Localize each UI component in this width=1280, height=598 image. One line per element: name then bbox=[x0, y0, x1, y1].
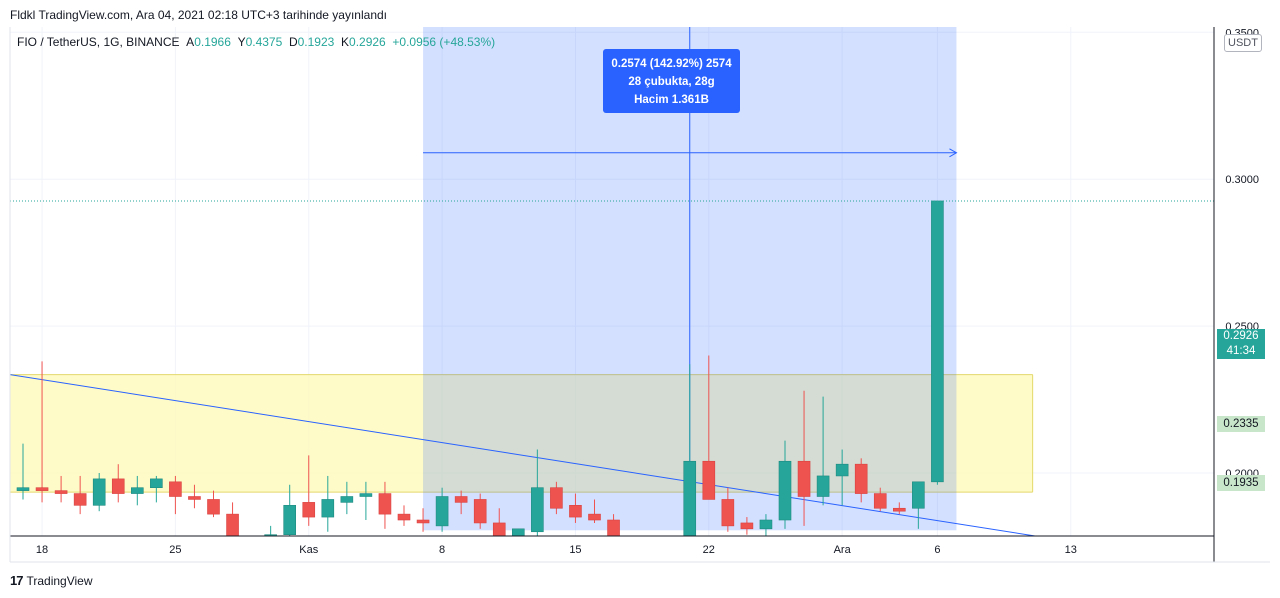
candle-body bbox=[302, 502, 316, 518]
close-value: 0.2926 bbox=[349, 35, 386, 49]
candle-body bbox=[73, 493, 87, 506]
candle-body bbox=[931, 200, 944, 483]
candle-body bbox=[550, 487, 563, 509]
zone-bottom-tag: 0.1935 bbox=[1217, 475, 1265, 491]
candle-body bbox=[816, 475, 830, 497]
x-tick-label: 15 bbox=[569, 544, 581, 556]
x-tick-label: 18 bbox=[36, 544, 48, 556]
bar-countdown: 41:34 bbox=[1226, 345, 1256, 357]
candle-body bbox=[569, 505, 582, 518]
candle-body bbox=[759, 519, 773, 530]
last-price: 0.2926 bbox=[1223, 330, 1259, 342]
candle-body bbox=[721, 499, 735, 527]
measure-change: 0.2574 (142.92%) 2574 bbox=[611, 58, 732, 70]
candle-body bbox=[359, 493, 373, 497]
brand-name: TradingView bbox=[26, 573, 93, 588]
candle-body bbox=[740, 522, 754, 530]
candle-body bbox=[92, 478, 106, 506]
symbol-name: FIO / TetherUS, 1G, BINANCE bbox=[17, 35, 180, 49]
candle-body bbox=[54, 490, 68, 494]
candle-body bbox=[607, 519, 620, 536]
low-value: 0.1923 bbox=[297, 35, 335, 49]
close-label: K bbox=[341, 35, 350, 49]
candle-body bbox=[188, 496, 201, 500]
candle-body bbox=[511, 528, 525, 536]
x-tick-label: 25 bbox=[169, 544, 181, 556]
candle-body bbox=[854, 463, 868, 494]
candle-body bbox=[150, 478, 163, 488]
candle-body bbox=[264, 534, 277, 536]
candle-body bbox=[683, 460, 697, 536]
candle-body bbox=[797, 460, 811, 497]
high-value: 0.4375 bbox=[245, 35, 283, 49]
candle-body bbox=[646, 552, 658, 590]
candle-body bbox=[283, 505, 297, 535]
currency-button[interactable]: USDT bbox=[1224, 34, 1262, 52]
candle-body bbox=[397, 513, 411, 521]
candle-body bbox=[454, 496, 468, 503]
candle-body bbox=[627, 555, 639, 556]
x-tick-label: 8 bbox=[439, 544, 445, 556]
candle-body bbox=[892, 507, 906, 512]
measure-volume: Hacim 1.361B bbox=[634, 94, 709, 106]
candle-body bbox=[16, 487, 30, 491]
last-price-tag: 0.2926 41:34 bbox=[1217, 329, 1265, 359]
candle-body bbox=[246, 561, 258, 573]
change-value: +0.0956 (+48.53%) bbox=[392, 35, 496, 49]
measure-bars: 28 çubukta, 28g bbox=[628, 76, 715, 88]
candle-body bbox=[169, 481, 182, 497]
symbol-legend: FIO / TetherUS, 1G, BINANCE A0.1966 Y0.4… bbox=[17, 35, 495, 49]
candle-body bbox=[131, 487, 144, 494]
x-tick-label: 6 bbox=[934, 544, 940, 556]
candle-body bbox=[531, 487, 544, 533]
candle-body bbox=[702, 460, 716, 500]
zone-top-tag: 0.2335 bbox=[1217, 416, 1265, 432]
footer-brand[interactable]: 17 TradingView bbox=[10, 573, 93, 588]
candle-body bbox=[435, 496, 449, 527]
candle-body bbox=[492, 522, 506, 536]
open-label: A bbox=[186, 35, 195, 49]
y-tick-label: 0.3000 bbox=[1225, 174, 1259, 186]
x-tick-label: 22 bbox=[703, 544, 715, 556]
candle-body bbox=[207, 499, 220, 515]
candle-body bbox=[340, 496, 354, 503]
low-label: D bbox=[288, 35, 298, 49]
candle-body bbox=[665, 544, 677, 591]
candle-body bbox=[35, 487, 49, 491]
candle-body bbox=[873, 493, 887, 509]
publish-header: Fldkl TradingView.com, Ara 04, 2021 02:1… bbox=[10, 8, 387, 22]
high-label: Y bbox=[237, 35, 246, 49]
candle-body bbox=[378, 493, 392, 515]
x-tick-label: Kas bbox=[299, 544, 318, 556]
candle-body bbox=[473, 499, 487, 524]
candle-body bbox=[778, 460, 792, 521]
candle-body bbox=[835, 463, 849, 477]
candle-body bbox=[588, 513, 601, 521]
candle-body bbox=[111, 478, 125, 494]
tradingview-logo-icon: 17 bbox=[10, 573, 24, 588]
x-tick-label: Ara bbox=[834, 544, 852, 556]
candle-body bbox=[416, 519, 430, 524]
candle-body bbox=[912, 481, 925, 509]
x-tick-label: 13 bbox=[1065, 544, 1077, 556]
candle-body bbox=[321, 499, 335, 518]
measure-tooltip: 0.2574 (142.92%) 2574 28 çubukta, 28g Ha… bbox=[603, 49, 740, 113]
open-value: 0.1966 bbox=[194, 35, 231, 49]
